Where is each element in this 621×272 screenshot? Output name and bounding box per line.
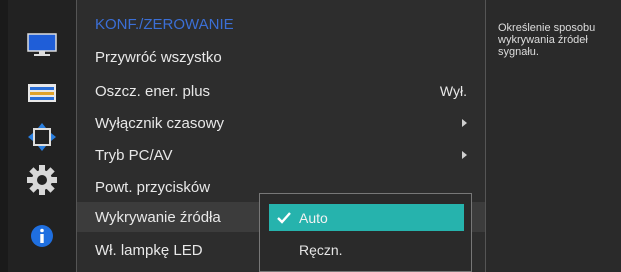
menu-item-label: Przywróć wszystko <box>95 48 222 66</box>
menu-item-label: Wł. lampkę LED <box>95 241 203 259</box>
osd-icon[interactable] <box>8 76 76 110</box>
menu-item-label: Powt. przycisków <box>95 178 211 196</box>
menu-item-off-timer[interactable]: Wyłącznik czasowy <box>77 108 485 138</box>
picture-icon[interactable] <box>8 28 76 62</box>
help-text: Określenie sposobu wykrywania źródeł syg… <box>498 22 596 58</box>
menu-item-reset-all[interactable]: Przywróć wszystko <box>77 42 485 72</box>
menu-title: KONF./ZEROWANIE <box>95 16 234 33</box>
menu-item-pc-av-mode[interactable]: Tryb PC/AV <box>77 140 485 170</box>
checkmark-icon <box>275 209 293 227</box>
menu-item-label: Wyłącznik czasowy <box>95 114 225 132</box>
chevron-right-icon <box>462 151 467 159</box>
info-icon[interactable] <box>8 219 76 253</box>
chevron-right-icon <box>462 119 467 127</box>
option-label: Auto <box>299 209 328 226</box>
source-detection-popup: Auto Ręczn. <box>259 193 472 272</box>
option-label: Ręczn. <box>299 241 343 258</box>
menu-item-eco-saving-plus[interactable]: Oszcz. ener. plus Wył. <box>77 76 485 106</box>
menu-item-value: Wył. <box>439 83 467 99</box>
menu-item-label: Tryb PC/AV <box>95 146 173 164</box>
menu-item-label: Oszcz. ener. plus <box>95 82 211 100</box>
option-manual[interactable]: Ręczn. <box>269 236 464 263</box>
option-auto[interactable]: Auto <box>269 204 464 231</box>
setup-gear-icon[interactable] <box>8 163 76 197</box>
sidebar <box>8 0 76 272</box>
help-panel: Określenie sposobu wykrywania źródeł syg… <box>486 0 621 272</box>
menu-item-label: Wykrywanie źródła <box>95 208 221 226</box>
size-position-icon[interactable] <box>8 120 76 154</box>
